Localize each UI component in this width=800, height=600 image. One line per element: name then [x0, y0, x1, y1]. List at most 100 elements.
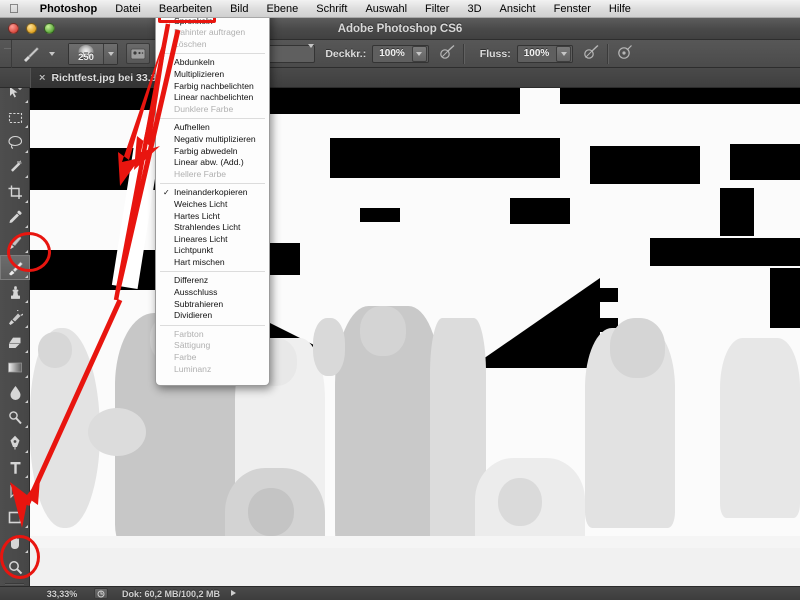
menu-schrift[interactable]: Schrift: [307, 0, 356, 18]
eyedropper-tool[interactable]: [0, 205, 30, 230]
dropdown-separator: [160, 53, 265, 55]
menu-item-farbig-nachbelichten[interactable]: Farbig nachbelichten: [156, 81, 269, 93]
menu-item-dividieren[interactable]: Dividieren: [156, 310, 269, 322]
menu-item-abdunkeln[interactable]: Abdunkeln: [156, 57, 269, 69]
menu-item-label: Aufhellen: [174, 122, 210, 133]
zoom-tool[interactable]: [0, 555, 30, 580]
healing-brush-tool[interactable]: [0, 230, 30, 255]
preview-toggle-icon[interactable]: [94, 588, 108, 599]
menu-item-farbig-abwedeln[interactable]: Farbig abwedeln: [156, 146, 269, 158]
tool-corner-indicator: [25, 475, 28, 478]
menu-3d[interactable]: 3D: [458, 0, 490, 18]
path-selection-tool[interactable]: [0, 480, 30, 505]
eraser-tool[interactable]: [0, 330, 30, 355]
menu-bild[interactable]: Bild: [221, 0, 257, 18]
blur-tool[interactable]: [0, 380, 30, 405]
menu-item-strahlendes-licht[interactable]: Strahlendes Licht: [156, 222, 269, 234]
dropdown-group-lighten: Aufhellen Negativ multiplizieren Farbig …: [156, 122, 269, 180]
shape-tool[interactable]: [0, 505, 30, 530]
menu-item-aufhellen[interactable]: Aufhellen: [156, 122, 269, 134]
menu-ansicht[interactable]: Ansicht: [491, 0, 545, 18]
tablet-pressure-opacity-icon[interactable]: [439, 44, 457, 63]
dodge-tool[interactable]: [0, 405, 30, 430]
dropdown-separator: [160, 183, 265, 185]
status-arrow-icon[interactable]: [230, 589, 237, 599]
clone-stamp-tool[interactable]: [0, 280, 30, 305]
menu-bearbeiten[interactable]: Bearbeiten: [150, 0, 221, 18]
menu-item-ausschluss[interactable]: Ausschluss: [156, 287, 269, 299]
brush-size-preview[interactable]: 250: [68, 42, 118, 65]
type-tool[interactable]: [0, 455, 30, 480]
mac-menu-bar:  Photoshop Datei Bearbeiten Bild Ebene …: [0, 0, 800, 18]
menu-item-lineares-licht[interactable]: Lineares Licht: [156, 234, 269, 246]
lasso-tool[interactable]: [0, 130, 30, 155]
tool-corner-indicator: [25, 550, 28, 553]
tool-corner-indicator: [25, 400, 28, 403]
menu-item-label: Sättigung: [174, 340, 211, 351]
minimize-window-icon[interactable]: [26, 23, 37, 34]
marquee-tool[interactable]: [0, 105, 30, 130]
document-canvas[interactable]: [30, 88, 800, 586]
blend-mode-dropdown-arrow[interactable]: [308, 43, 315, 60]
pen-tool[interactable]: [0, 430, 30, 455]
airbrush-icon[interactable]: [583, 44, 601, 63]
menu-item-hart-mischen[interactable]: Hart mischen: [156, 257, 269, 269]
menu-fenster[interactable]: Fenster: [545, 0, 600, 18]
menu-item-weiches-licht[interactable]: Weiches Licht: [156, 199, 269, 211]
flow-dropdown-arrow[interactable]: [556, 45, 572, 62]
menu-item-differenz[interactable]: Differenz: [156, 275, 269, 287]
menu-item-label: Farbton: [174, 328, 204, 339]
menu-item-label: Dividieren: [174, 310, 213, 321]
menu-item-ineinanderkopieren[interactable]: ✓ Ineinanderkopieren: [156, 187, 269, 199]
tool-corner-indicator: [25, 525, 28, 528]
tool-corner-indicator: [25, 150, 28, 153]
apple-logo-icon[interactable]: : [9, 2, 19, 15]
crop-tool[interactable]: [0, 180, 30, 205]
menu-filter[interactable]: Filter: [416, 0, 458, 18]
menu-auswahl[interactable]: Auswahl: [356, 0, 416, 18]
tools-panel: [0, 68, 30, 600]
gradient-tool[interactable]: [0, 355, 30, 380]
zoom-window-icon[interactable]: [44, 23, 55, 34]
menu-item-linear-abwedeln-add[interactable]: Linear abw. (Add.): [156, 157, 269, 169]
menu-item-dahinter-auftragen: Dahinter auftragen: [156, 27, 269, 39]
brush-preset-picker-arrow[interactable]: [44, 51, 60, 56]
status-bar: 33,33% Dok: 60,2 MB/100,2 MB: [0, 586, 800, 600]
blend-mode-dropdown-menu[interactable]: Normal Sprenkeln Dahinter auftragen Lösc…: [155, 0, 270, 386]
menu-photoshop[interactable]: Photoshop: [31, 0, 106, 18]
hand-tool[interactable]: [0, 530, 30, 555]
menu-ebene[interactable]: Ebene: [257, 0, 307, 18]
menu-item-label: Hellere Farbe: [174, 168, 227, 179]
menu-item-multiplizieren[interactable]: Multiplizieren: [156, 69, 269, 81]
close-window-icon[interactable]: [8, 23, 19, 34]
tool-corner-indicator: [25, 200, 28, 203]
zoom-level-value[interactable]: 33,33%: [30, 589, 94, 599]
menu-item-label: Farbig nachbelichten: [174, 80, 254, 91]
menu-item-label: Lichtpunkt: [174, 245, 214, 256]
menu-item-negativ-multiplizieren[interactable]: Negativ multiplizieren: [156, 134, 269, 146]
flow-field[interactable]: 100%: [516, 44, 574, 63]
menu-hilfe[interactable]: Hilfe: [600, 0, 640, 18]
window-controls: [8, 23, 55, 34]
menu-item-linear-nachbelichten[interactable]: Linear nachbelichten: [156, 92, 269, 104]
chevron-down-icon: [308, 43, 315, 60]
chevron-down-icon: [560, 51, 567, 56]
history-brush-tool[interactable]: [0, 305, 30, 330]
brush-panel-icon[interactable]: [126, 43, 150, 64]
menu-item-lichtpunkt[interactable]: Lichtpunkt: [156, 245, 269, 257]
menu-item-label: Lineares Licht: [174, 233, 228, 244]
menu-item-label: Farbe: [174, 352, 197, 363]
brush-preset-dropdown-arrow[interactable]: [103, 43, 117, 64]
options-divider-2: [607, 43, 609, 64]
brush-tool[interactable]: [0, 255, 30, 280]
close-icon[interactable]: ×: [39, 73, 45, 84]
application-title-bar: Adobe Photoshop CS6: [0, 18, 800, 40]
opacity-field[interactable]: 100%: [372, 44, 429, 63]
opacity-dropdown-arrow[interactable]: [411, 45, 427, 62]
menu-item-hartes-licht[interactable]: Hartes Licht: [156, 211, 269, 223]
magic-wand-tool[interactable]: [0, 155, 30, 180]
tablet-pressure-size-icon[interactable]: [616, 44, 634, 63]
options-bar-grip[interactable]: [0, 39, 12, 68]
menu-datei[interactable]: Datei: [106, 0, 150, 18]
menu-item-subtrahieren[interactable]: Subtrahieren: [156, 299, 269, 311]
